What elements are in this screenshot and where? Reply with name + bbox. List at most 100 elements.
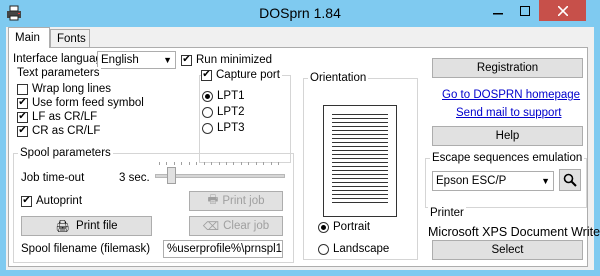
- portrait-page-preview: [323, 105, 397, 217]
- minimize-button[interactable]: [484, 0, 511, 21]
- slider-tick: [233, 162, 235, 165]
- printer-name: Microsoft XPS Document Write: [428, 225, 600, 239]
- landscape-radio[interactable]: Landscape: [318, 243, 389, 255]
- autoprint-label: Autoprint: [36, 195, 83, 207]
- slider-tick: [263, 162, 265, 165]
- slider-tick: [255, 162, 257, 165]
- lpt1-radio[interactable]: LPT1: [202, 90, 245, 102]
- spool-filename-label: Spool filename (filemask): [21, 243, 151, 255]
- escape-sequences-select[interactable]: Epson ESC/P ▼: [432, 171, 554, 191]
- form-feed-checkbox[interactable]: ✔ Use form feed symbol: [17, 97, 144, 109]
- printer-icon: 🖶: [207, 193, 219, 206]
- slider-tick: [196, 162, 198, 165]
- capture-port-checkbox[interactable]: ✔ Capture port: [201, 69, 282, 81]
- wrap-long-lines-label: Wrap long lines: [32, 83, 112, 95]
- run-minimized-label: Run minimized: [196, 54, 273, 66]
- minimize-icon: [492, 12, 503, 14]
- slider-tick: [240, 162, 242, 165]
- spool-filename-input[interactable]: %userprofile%\prnspl1: [163, 240, 283, 258]
- interface-language-value: English: [101, 54, 139, 66]
- run-minimized-box: ✔: [181, 54, 192, 66]
- clear-job-label: Clear job: [223, 220, 270, 232]
- escape-sequences-value: Epson ESC/P: [436, 175, 507, 187]
- lpt2-radio[interactable]: LPT2: [202, 106, 245, 118]
- text-parameters-title: Text parameters: [15, 67, 102, 79]
- print-file-button[interactable]: 🖨 Print file: [21, 216, 152, 236]
- job-timeout-slider-thumb[interactable]: [166, 167, 176, 184]
- wrap-long-lines-checkbox[interactable]: Wrap long lines: [17, 83, 111, 95]
- interface-language-label: Interface language: [13, 53, 109, 65]
- print-job-label: Print job: [222, 195, 265, 207]
- autoprint-checkbox[interactable]: ✔ Autoprint: [21, 195, 82, 207]
- cr-as-crlf-checkbox[interactable]: ✔ CR as CR/LF: [17, 125, 100, 137]
- slider-tick: [181, 162, 183, 165]
- chevron-down-icon: ▼: [163, 55, 172, 65]
- cr-as-crlf-box: ✔: [17, 125, 28, 137]
- lpt2-radio-dot: [202, 106, 213, 118]
- portrait-radio[interactable]: Portrait: [318, 221, 370, 233]
- slider-tick: [278, 162, 279, 165]
- printer-title: Printer: [428, 207, 466, 219]
- wrap-long-lines-box: [17, 83, 28, 95]
- form-feed-box: ✔: [17, 97, 28, 109]
- slider-tick: [203, 162, 205, 165]
- slider-tick: [225, 162, 227, 165]
- slider-tick: [211, 162, 213, 165]
- chevron-down-icon: ▼: [541, 176, 550, 186]
- portrait-radio-dot: [318, 221, 329, 233]
- help-button[interactable]: Help: [432, 126, 583, 146]
- cr-as-crlf-label: CR as CR/LF: [32, 125, 101, 137]
- landscape-label: Landscape: [333, 243, 390, 255]
- maximize-icon: [520, 5, 530, 16]
- slider-tick: [166, 162, 168, 165]
- run-minimized-checkbox[interactable]: ✔ Run minimized: [181, 54, 272, 66]
- lpt3-radio[interactable]: LPT3: [202, 122, 245, 134]
- print-job-button[interactable]: 🖶 Print job: [189, 191, 283, 211]
- client-area: Main Fonts Interface language English ▼ …: [6, 27, 600, 270]
- registration-button[interactable]: Registration: [432, 58, 583, 78]
- form-feed-label: Use form feed symbol: [32, 97, 144, 109]
- print-file-label: Print file: [76, 220, 118, 232]
- search-button[interactable]: [559, 169, 581, 191]
- close-icon: [557, 5, 568, 16]
- job-timeout-value: 3 sec.: [119, 172, 150, 184]
- send-mail-link[interactable]: Send mail to support: [456, 107, 561, 119]
- homepage-link[interactable]: Go to DOSPRN homepage: [442, 89, 580, 101]
- orientation-title: Orientation: [308, 72, 369, 84]
- tab-main[interactable]: Main: [8, 27, 50, 48]
- slider-tick: [218, 162, 220, 165]
- lf-as-crlf-box: ✔: [17, 111, 28, 123]
- lpt1-label: LPT1: [217, 90, 245, 102]
- slider-tick: [159, 162, 160, 165]
- lf-as-crlf-checkbox[interactable]: ✔ LF as CR/LF: [17, 111, 97, 123]
- lpt1-radio-dot: [202, 90, 213, 102]
- maximize-button[interactable]: [512, 0, 538, 21]
- spool-parameters-title: Spool parameters: [18, 147, 113, 159]
- tab-fonts[interactable]: Fonts: [50, 29, 90, 47]
- capture-port-group: [199, 75, 291, 163]
- portrait-label: Portrait: [333, 221, 371, 233]
- select-printer-button[interactable]: Select: [432, 240, 583, 260]
- interface-language-select[interactable]: English ▼: [97, 51, 176, 69]
- main-tab-pane: Interface language English ▼ ✔ Run minim…: [8, 47, 600, 267]
- capture-port-box: ✔: [201, 69, 212, 81]
- search-icon: [563, 173, 577, 187]
- clear-job-button[interactable]: ⌫ Clear job: [189, 216, 283, 236]
- job-timeout-label: Job time-out: [21, 172, 85, 184]
- lf-as-crlf-label: LF as CR/LF: [32, 111, 98, 123]
- lpt2-label: LPT2: [217, 106, 245, 118]
- close-button[interactable]: [539, 0, 586, 21]
- landscape-radio-dot: [318, 243, 329, 255]
- lpt3-label: LPT3: [217, 122, 245, 134]
- lpt3-radio-dot: [202, 122, 213, 134]
- slider-tick: [248, 162, 250, 165]
- slider-tick: [188, 162, 190, 165]
- title-bar[interactable]: DOSprn 1.84: [0, 0, 600, 27]
- print-file-icon: 🖨: [55, 221, 71, 233]
- slider-tick: [270, 162, 272, 165]
- escape-sequences-title: Escape sequences emulation: [430, 152, 585, 164]
- capture-port-label: Capture port: [216, 69, 280, 81]
- eraser-icon: ⌫: [202, 221, 220, 233]
- app-window: DOSprn 1.84 Main Fonts Interface languag…: [0, 0, 600, 276]
- slider-tick: [173, 162, 175, 165]
